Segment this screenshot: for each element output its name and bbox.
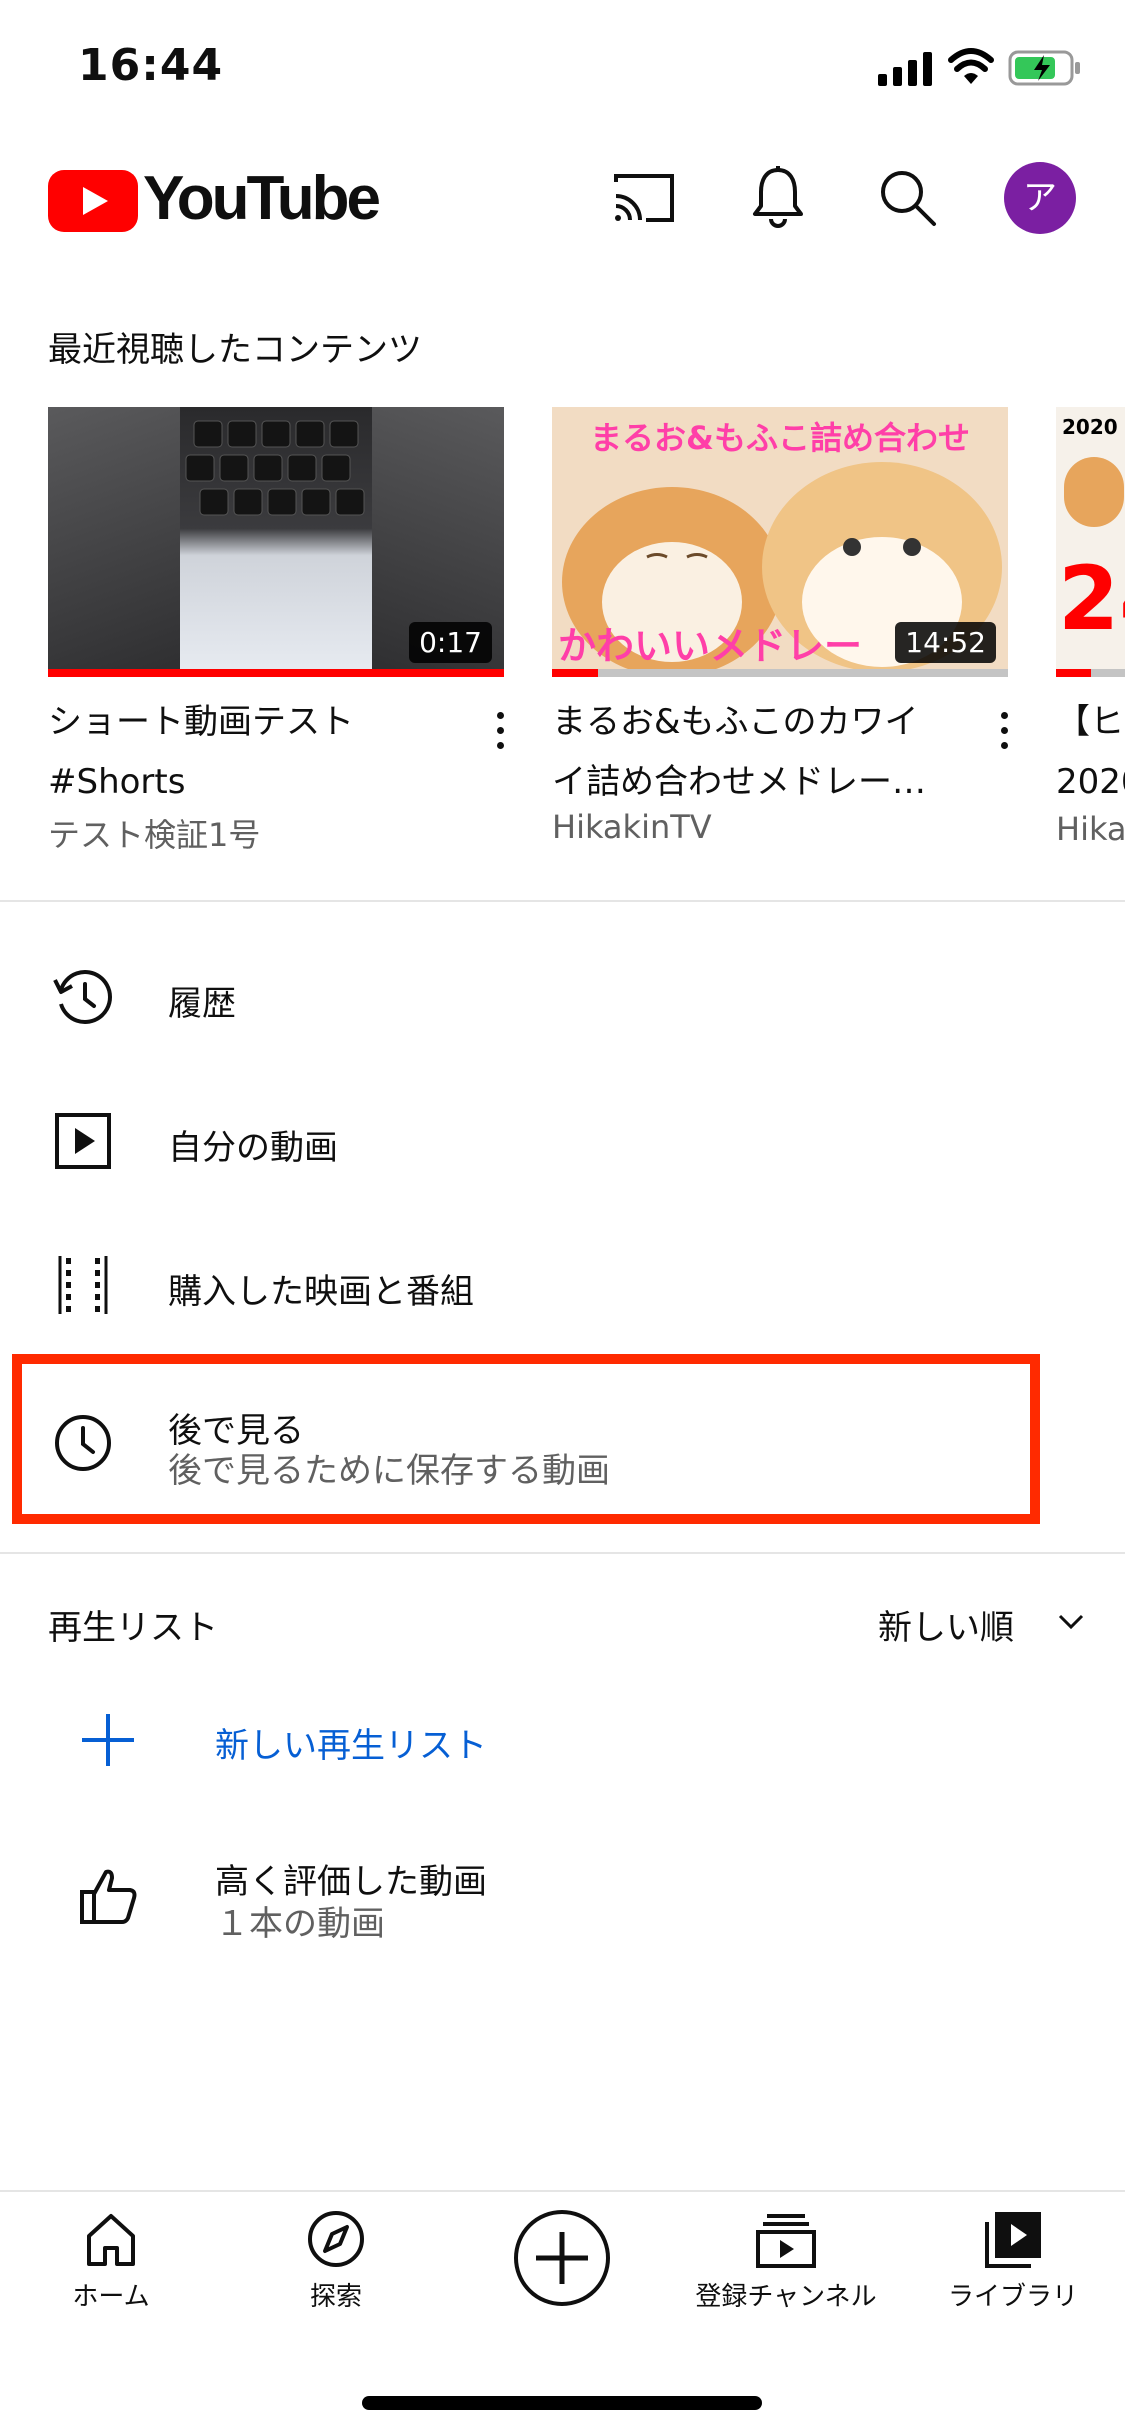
notifications-bell-icon[interactable] (750, 164, 806, 230)
video-title[interactable]: #Shorts (48, 752, 185, 812)
divider (0, 1552, 1125, 1554)
history-icon (52, 966, 114, 1028)
thumbs-up-icon (78, 1866, 140, 1926)
keyboard-image (180, 407, 372, 677)
status-time: 16:44 (78, 40, 224, 91)
library-icon (985, 2212, 1041, 2268)
nav-library[interactable]: ライブラリ (913, 2210, 1113, 2313)
play-video-icon (52, 1110, 114, 1172)
youtube-wordmark: YouTube (143, 164, 381, 233)
watch-progress-bar (1056, 669, 1125, 677)
playlists-title: 再生リスト (48, 1608, 218, 1648)
menu-item-history[interactable]: 履歴 (168, 976, 236, 1025)
search-icon[interactable] (878, 168, 938, 228)
video-title[interactable]: まるお&もふこのカワイ (552, 692, 919, 752)
liked-videos-count: １本の動画 (215, 1904, 385, 1944)
video-title[interactable]: イ詰め合わせメドレー… (552, 752, 926, 812)
thumbnail-caption: かわいいメドレー (558, 624, 863, 668)
nav-library-label: ライブラリ (947, 2282, 1078, 2312)
nav-subscriptions[interactable]: 登録チャンネル (686, 2210, 886, 2313)
subscriptions-icon (756, 2214, 816, 2268)
battery-charging-icon (1008, 50, 1082, 86)
highlight-box (12, 1354, 1040, 1524)
menu-item-purchases[interactable]: 購入した映画と番組 (168, 1264, 474, 1313)
youtube-logo-icon[interactable] (48, 170, 138, 232)
cellular-signal-icon (878, 52, 934, 86)
video-title[interactable]: 2020 (1056, 752, 1125, 812)
video-channel: テスト検証1号 (48, 816, 261, 854)
home-indicator (362, 2396, 762, 2410)
video-duration: 0:17 (409, 622, 492, 663)
recent-section-title: 最近視聴したコンテンツ (48, 330, 422, 370)
video-title[interactable]: 【ヒ (1056, 692, 1124, 752)
thumbnail-caption: 2020 (1062, 415, 1118, 439)
home-icon (87, 2214, 135, 2266)
video-thumbnail[interactable]: まるお&もふこ詰め合わせ かわいいメドレー 14:52 (552, 407, 1008, 677)
divider (0, 2190, 1125, 2192)
add-icon[interactable] (80, 1712, 136, 1768)
add-circle-icon (514, 2210, 610, 2306)
more-options-icon[interactable] (494, 712, 506, 757)
watch-progress-bar (48, 669, 504, 677)
nav-home-label: ホーム (72, 2282, 150, 2312)
film-icon (52, 1254, 114, 1316)
more-options-icon[interactable] (998, 712, 1010, 757)
thumbnail-caption: 24 (1058, 547, 1125, 650)
avatar[interactable]: ア (1004, 162, 1076, 234)
nav-subscriptions-label: 登録チャンネル (695, 2282, 877, 2312)
compass-icon (308, 2211, 364, 2267)
video-duration: 14:52 (895, 622, 996, 663)
nav-home[interactable]: ホーム (11, 2210, 211, 2313)
video-channel: Hika (1056, 810, 1125, 848)
video-thumbnail[interactable]: 2020 24 (1056, 407, 1125, 677)
thumbnail-caption: まるお&もふこ詰め合わせ (590, 419, 970, 457)
video-title[interactable]: ショート動画テスト (48, 692, 354, 752)
chevron-down-icon[interactable] (1056, 1610, 1086, 1634)
cast-icon[interactable] (612, 170, 676, 226)
video-thumbnail[interactable]: 0:17 (48, 407, 504, 677)
sort-dropdown[interactable]: 新しい順 (878, 1600, 1014, 1649)
create-button[interactable] (512, 2208, 612, 2308)
new-playlist-button[interactable]: 新しい再生リスト (215, 1718, 487, 1767)
video-channel: HikakinTV (552, 808, 712, 846)
wifi-icon (948, 48, 994, 86)
menu-item-my-videos[interactable]: 自分の動画 (168, 1120, 338, 1169)
watch-progress-bar (552, 669, 1008, 677)
nav-explore-label: 探索 (309, 2282, 362, 2312)
nav-explore[interactable]: 探索 (236, 2210, 436, 2313)
divider (0, 900, 1125, 902)
